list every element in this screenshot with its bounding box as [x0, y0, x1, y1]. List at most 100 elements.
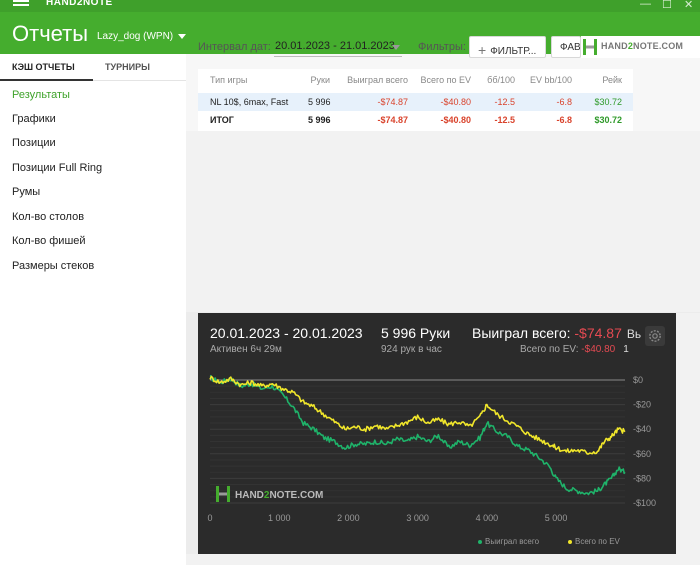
results-graph-panel: 20.01.2023 - 20.01.2023 Активен 6ч 29м 5… — [198, 313, 676, 554]
y-tick-label: -$20 — [633, 400, 651, 410]
col-header-game-type[interactable]: Тип игры — [210, 75, 247, 85]
col-header-rake[interactable]: Рейк — [572, 75, 622, 85]
page-title: Отчеты — [12, 21, 89, 46]
logo-icon — [583, 39, 597, 55]
cell-total-label: ИТОГ — [210, 115, 234, 125]
chevron-down-icon — [178, 33, 187, 39]
won-cut-text: Вь — [626, 327, 642, 341]
date-interval-select[interactable]: 20.01.2023 - 21.01.2023 — [275, 40, 395, 52]
favorites-button[interactable]: ФАВ — [551, 36, 581, 58]
plus-icon: + — [478, 42, 487, 58]
content-gap — [186, 131, 700, 312]
won-label: Выиграл всего: — [472, 325, 571, 341]
graph-active-time: Активен 6ч 29м — [210, 344, 282, 355]
cell-total-won: -$74.87 — [377, 115, 408, 125]
x-tick-label: 3 000 — [406, 513, 429, 523]
cell-total-bb100: -12.5 — [494, 115, 515, 125]
results-line-chart[interactable]: $0 -$20 -$40 -$60 -$80 -$100 0 1 000 2 000 3 000 4… — [198, 368, 676, 538]
col-header-ev[interactable]: Всего по EV — [408, 75, 471, 85]
ev-value: -$40.80 — [581, 344, 616, 355]
hand2note-logo: HAND2NOTE.COM — [581, 36, 700, 58]
filters-label: Фильтры: — [418, 41, 466, 53]
sidebar-item-stack-sizes[interactable]: Размеры стеков — [12, 260, 94, 272]
col-header-bb100[interactable]: бб/100 — [471, 75, 515, 85]
col-header-ev-bb100[interactable]: EV bb/100 — [515, 75, 572, 85]
gear-glyph — [649, 330, 661, 342]
sidebar-tabs: КЭШ ОТЧЕТЫ ТУРНИРЫ — [0, 54, 186, 81]
won-value: -$74.87 — [574, 325, 622, 341]
ev-cut-text: 1 — [623, 344, 629, 355]
interval-underline — [274, 56, 402, 57]
sidebar: КЭШ ОТЧЕТЫ ТУРНИРЫ Результаты Графики По… — [0, 54, 186, 565]
cell-ev-bb100: -6.8 — [556, 97, 572, 107]
logo-bar-right — [227, 486, 230, 502]
cell-won: -$74.87 — [377, 97, 408, 107]
sidebar-item-graphs[interactable]: Графики — [12, 113, 56, 125]
add-filter-button[interactable]: + ФИЛЬТР... — [469, 36, 546, 58]
legend-item-won[interactable]: Выиграл всего — [478, 537, 539, 546]
tab-cash-reports[interactable]: КЭШ ОТЧЕТЫ — [12, 62, 75, 72]
active-tab-indicator — [0, 79, 93, 81]
graph-hands: 5 996 Руки — [381, 325, 451, 341]
bottom-margin — [186, 554, 700, 565]
logo-text-note: NOTE.COM — [633, 41, 684, 51]
cell-bb100: -12.5 — [494, 97, 515, 107]
legend-dot-ev — [568, 539, 572, 544]
x-tick-label: 5 000 — [545, 513, 568, 523]
cell-total-ev: -$40.80 — [440, 115, 471, 125]
close-icon[interactable]: ✕ — [684, 0, 693, 11]
right-margin — [676, 313, 700, 554]
sidebar-item-positions[interactable]: Позиции — [12, 137, 56, 149]
cell-game-type: NL 10$, 6max, Fast — [210, 97, 289, 107]
cell-total-ev-bb100: -6.8 — [556, 115, 572, 125]
ev-label: Всего по EV: — [520, 344, 579, 355]
sidebar-item-positions-full-ring[interactable]: Позиции Full Ring — [12, 162, 102, 174]
sidebar-item-chips-count[interactable]: Кол-во фишей — [12, 235, 86, 247]
cell-rake: $30.72 — [594, 97, 622, 107]
cell-total-rake: $30.72 — [594, 115, 622, 125]
logo-bar-left — [216, 486, 219, 502]
results-table: Тип игры Руки Выиграл всего Всего по EV … — [198, 69, 633, 131]
y-tick-label: $0 — [633, 375, 643, 385]
col-header-hands[interactable]: Руки — [298, 75, 330, 85]
maximize-icon[interactable]: ☐ — [662, 0, 672, 11]
menu-icon[interactable] — [13, 0, 29, 9]
legend-label-ev: Всего по EV — [575, 537, 620, 546]
favorites-label: ФАВ — [560, 42, 581, 53]
tab-tournaments[interactable]: ТУРНИРЫ — [105, 62, 150, 72]
legend-label-won: Выиграл всего — [485, 537, 540, 546]
y-tick-label: -$80 — [633, 473, 651, 483]
graph-won-total: Выиграл всего: -$74.87 Вь — [472, 325, 641, 341]
x-tick-label: 2 000 — [337, 513, 360, 523]
graph-date-range: 20.01.2023 - 20.01.2023 — [210, 325, 363, 341]
interval-label: Интервал дат: — [198, 41, 271, 53]
series-line-ev — [209, 375, 626, 455]
legend-item-ev[interactable]: Всего по EV — [568, 537, 620, 546]
y-tick-label: -$60 — [633, 449, 651, 459]
graph-hands-rate: 924 рук в час — [381, 344, 442, 355]
col-header-won[interactable]: Выиграл всего — [328, 75, 408, 85]
chevron-down-icon[interactable] — [392, 45, 400, 50]
logo-text: HAND2NOTE.COM — [235, 490, 323, 501]
sidebar-item-tables-count[interactable]: Кол-во столов — [12, 211, 84, 223]
cell-ev: -$40.80 — [440, 97, 471, 107]
app-brand: HAND2NOTE — [46, 0, 113, 8]
user-name: Lazy_dog (WPN) — [97, 31, 174, 42]
logo-text-hand: HAND — [601, 41, 628, 51]
graph-ev-total: Всего по EV: -$40.80 1 — [520, 344, 629, 355]
logo-bar-mid — [219, 492, 227, 496]
minimize-icon[interactable]: — — [640, 0, 651, 10]
add-filter-label: ФИЛЬТР... — [490, 46, 537, 57]
x-tick-label: 1 000 — [268, 513, 291, 523]
chart-watermark-logo: HAND2NOTE.COM — [216, 486, 323, 502]
sidebar-item-rooms[interactable]: Румы — [12, 186, 40, 198]
legend-dot-won — [478, 539, 482, 544]
x-tick-label: 4 000 — [476, 513, 499, 523]
user-selector[interactable]: Lazy_dog (WPN) — [97, 31, 187, 42]
x-tick-label: 0 — [207, 513, 212, 523]
sidebar-item-results[interactable]: Результаты — [12, 89, 70, 101]
y-tick-label: -$40 — [633, 424, 651, 434]
y-tick-label: -$100 — [633, 498, 656, 508]
title-bar: HAND2NOTE — ☐ ✕ — [0, 0, 700, 12]
gear-icon[interactable] — [645, 326, 665, 346]
